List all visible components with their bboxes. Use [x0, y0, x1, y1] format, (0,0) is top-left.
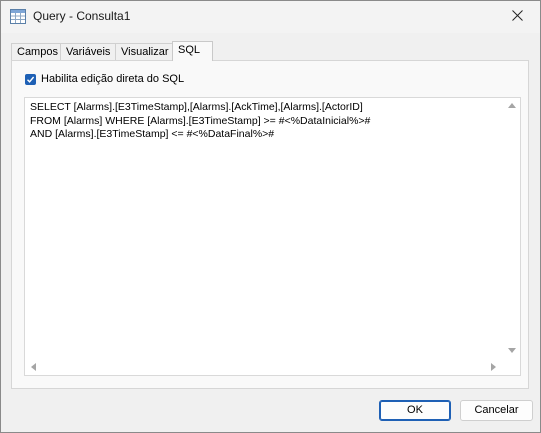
scroll-down-icon[interactable] [508, 348, 516, 353]
query-dialog: Query - Consulta1 Campos Variáveis Visua… [0, 0, 541, 433]
ok-button[interactable]: OK [379, 400, 451, 421]
sql-editor[interactable]: SELECT [Alarms].[E3TimeStamp],[Alarms].[… [24, 97, 521, 376]
scroll-right-icon[interactable] [491, 363, 496, 371]
title-bar[interactable]: Query - Consulta1 [1, 1, 540, 33]
direct-sql-edit-checkbox[interactable] [25, 73, 36, 85]
vertical-scrollbar[interactable] [503, 98, 520, 359]
tab-campos[interactable]: Campos [11, 43, 61, 60]
checkmark-icon [27, 76, 35, 83]
tab-variaveis[interactable]: Variáveis [60, 43, 116, 60]
close-button[interactable] [494, 1, 540, 32]
direct-sql-edit-label: Habilita edição direta do SQL [41, 73, 185, 85]
scroll-up-icon[interactable] [508, 103, 516, 108]
direct-sql-edit-option[interactable]: Habilita edição direta do SQL [25, 73, 184, 85]
table-grid-icon [10, 9, 26, 24]
tab-visualizar[interactable]: Visualizar [115, 43, 173, 60]
scroll-left-icon[interactable] [31, 363, 36, 371]
sql-tab-panel: Habilita edição direta do SQL SELECT [Al… [11, 60, 529, 389]
cancel-button[interactable]: Cancelar [460, 400, 533, 421]
close-icon [511, 9, 523, 24]
horizontal-scrollbar[interactable] [25, 358, 503, 375]
window-title: Query - Consulta1 [33, 9, 131, 23]
sql-text[interactable]: SELECT [Alarms].[E3TimeStamp],[Alarms].[… [30, 101, 370, 142]
tab-sql[interactable]: SQL [172, 41, 213, 61]
